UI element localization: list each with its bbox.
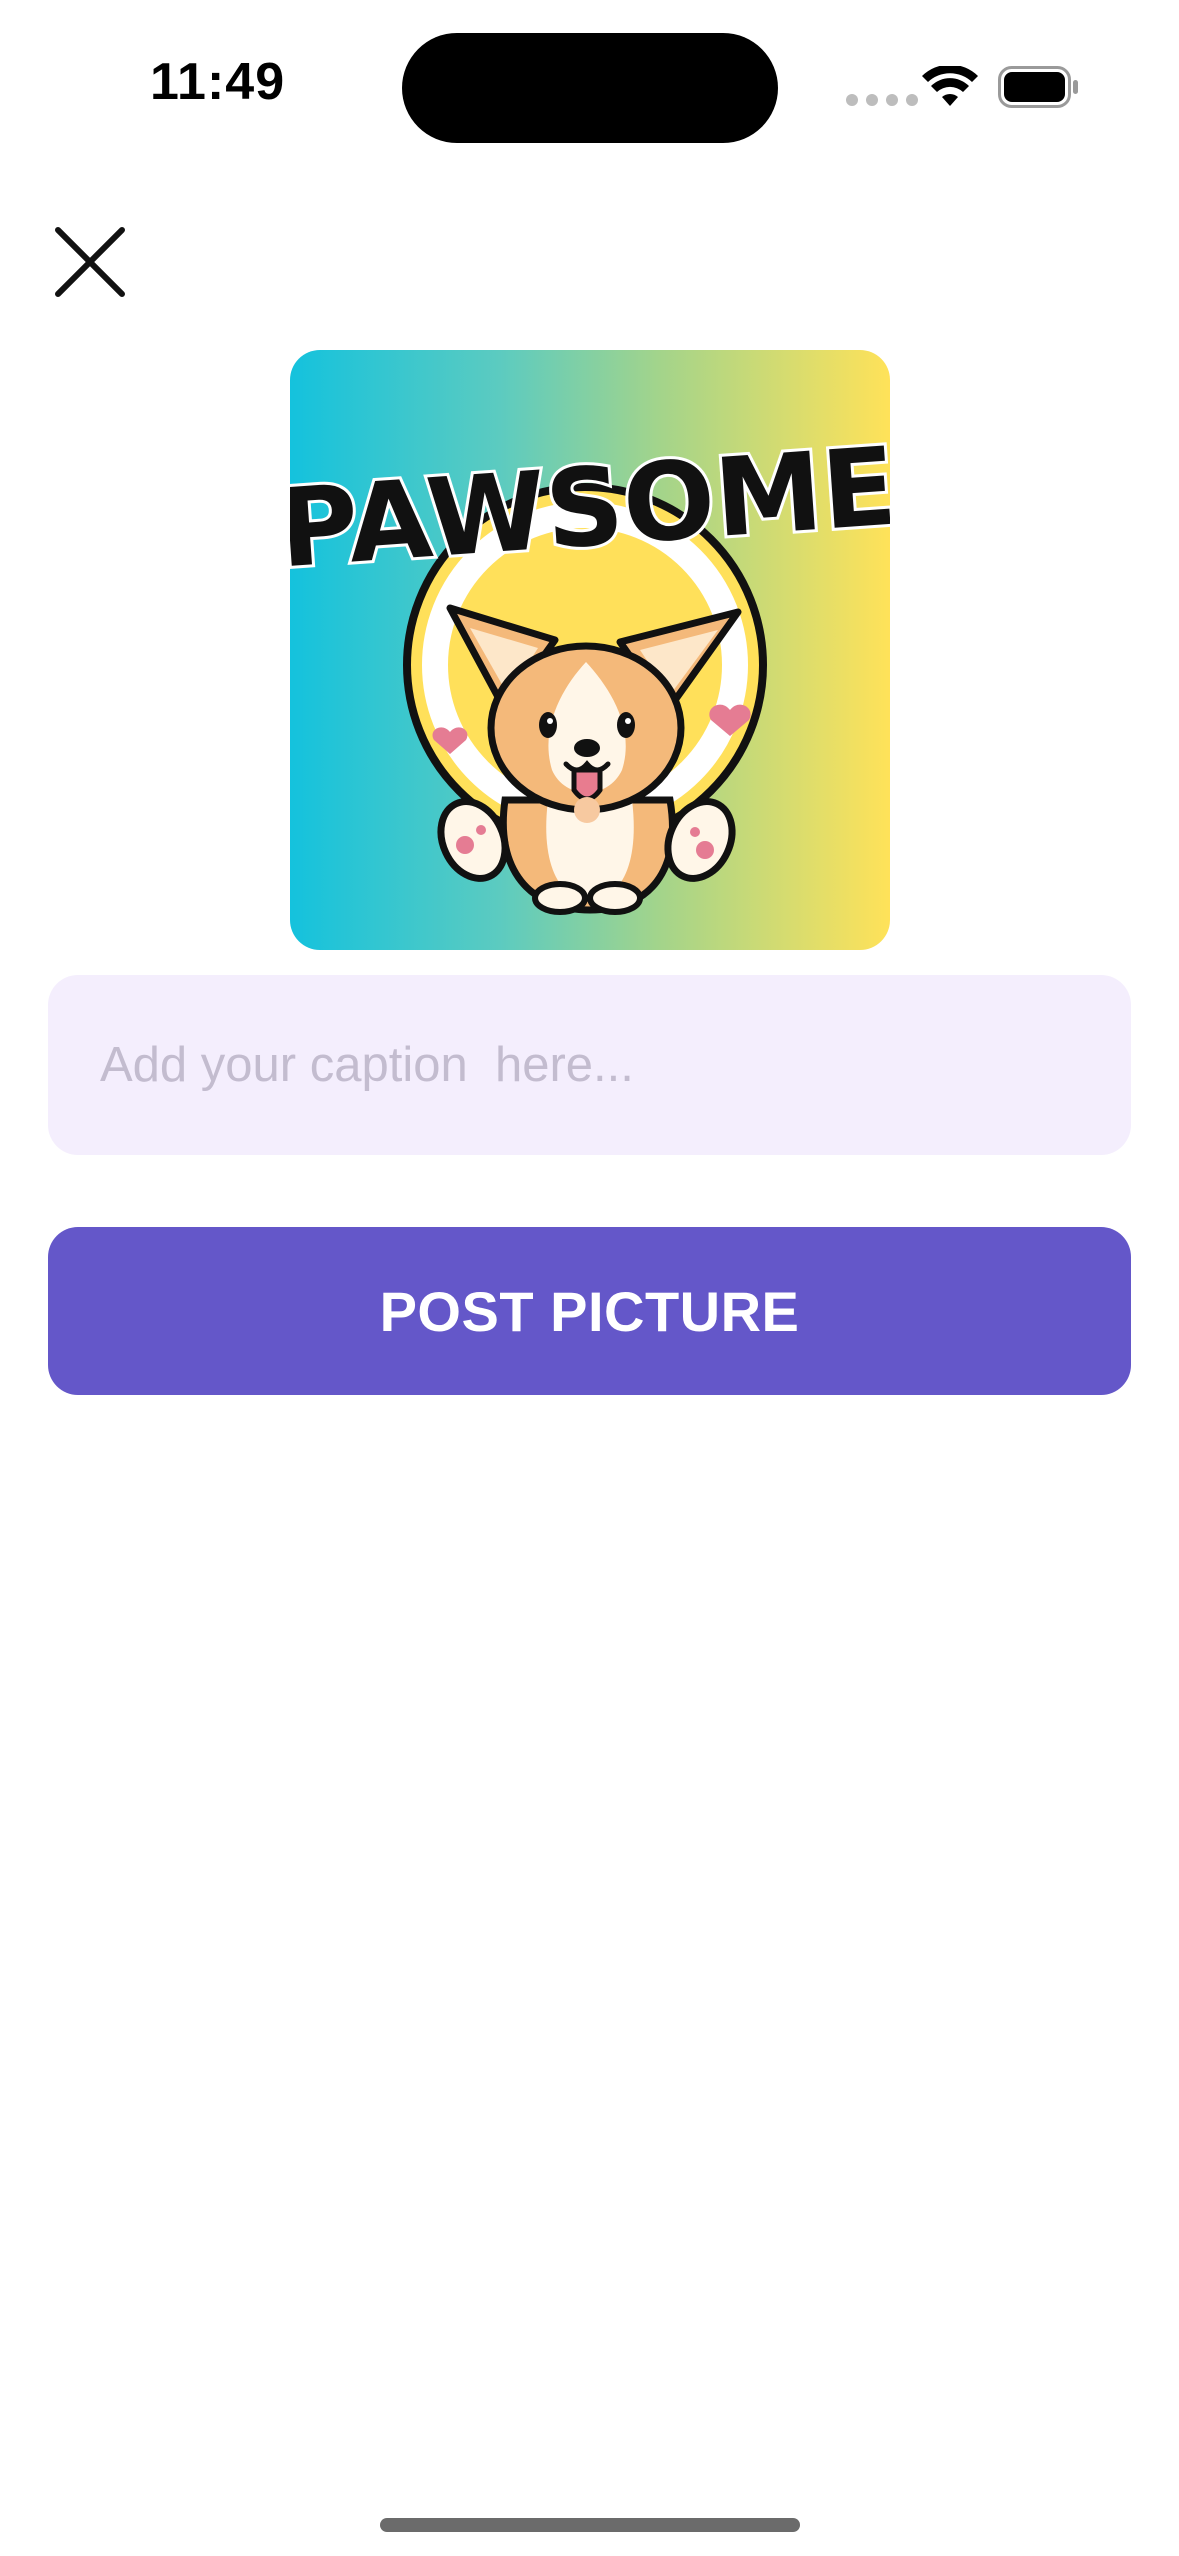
corgi-illustration: PAWSOME xyxy=(290,422,890,915)
status-time: 11:49 xyxy=(150,53,286,111)
selected-picture: PAWSOME xyxy=(290,350,890,950)
post-picture-button[interactable]: POST PICTURE xyxy=(48,1227,1131,1395)
dynamic-island xyxy=(402,33,778,143)
battery-icon xyxy=(998,66,1078,108)
close-icon xyxy=(55,227,125,297)
home-indicator[interactable] xyxy=(380,2518,800,2532)
pawsome-logo-text: PAWSOME xyxy=(290,425,890,593)
wifi-icon xyxy=(922,66,978,106)
signal-dots-icon xyxy=(846,94,918,106)
status-bar: 11:49 xyxy=(0,0,1179,170)
caption-field[interactable] xyxy=(48,975,1131,1155)
caption-input[interactable] xyxy=(98,1036,1081,1094)
close-button[interactable] xyxy=(52,224,128,300)
